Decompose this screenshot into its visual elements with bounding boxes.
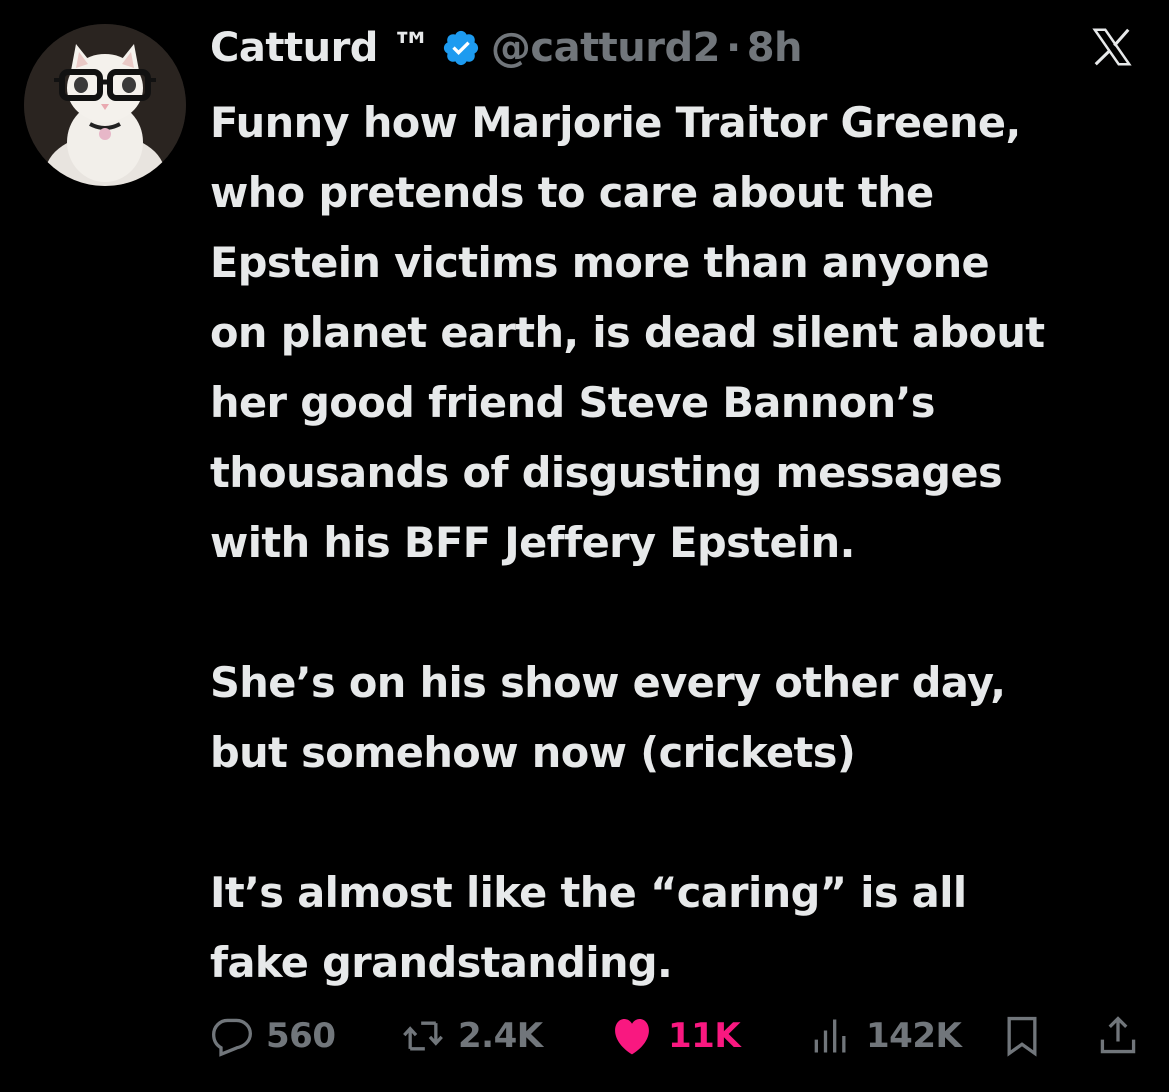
tweet-body: Funny how Marjorie Traitor Greene, who p… (210, 88, 1150, 998)
reply-button[interactable]: 560 (210, 1014, 336, 1058)
views-button[interactable]: 142K (808, 1014, 962, 1058)
handle[interactable]: @catturd2 (491, 25, 721, 71)
repost-count: 2.4K (458, 1016, 543, 1056)
separator-dot: · (725, 25, 741, 71)
like-button[interactable]: 11K (608, 1013, 741, 1059)
timestamp[interactable]: 8h (747, 25, 803, 71)
tweet-header: Catturd ™ @catturd2 · 8h (210, 18, 1145, 78)
tweet-paragraph: She’s on his show every other day, but s… (210, 658, 1006, 777)
cat-with-glasses-avatar-icon (24, 24, 186, 186)
views-count: 142K (866, 1016, 962, 1056)
bookmark-button[interactable] (1000, 1013, 1044, 1059)
display-name[interactable]: Catturd ™ (210, 25, 431, 71)
views-analytics-icon (814, 1019, 846, 1053)
avatar[interactable] (24, 24, 186, 186)
share-button[interactable] (1096, 1013, 1140, 1059)
tweet-paragraph: It’s almost like the “caring” is all fak… (210, 868, 967, 987)
reply-count: 560 (266, 1016, 336, 1056)
tweet-paragraph: Funny how Marjorie Traitor Greene, who p… (210, 98, 1045, 567)
share-icon (1100, 1016, 1136, 1054)
verified-badge-icon (443, 30, 478, 66)
repost-button[interactable]: 2.4K (400, 1014, 543, 1058)
heart-filled-icon (615, 1019, 649, 1055)
tweet-actions-bar: 560 2.4K 11K 142K (210, 1004, 1145, 1068)
repost-icon (403, 1021, 443, 1051)
x-logo-icon (1092, 28, 1132, 66)
reply-icon (212, 1018, 252, 1057)
bookmark-icon (1007, 1016, 1037, 1057)
like-count: 11K (668, 1016, 741, 1056)
